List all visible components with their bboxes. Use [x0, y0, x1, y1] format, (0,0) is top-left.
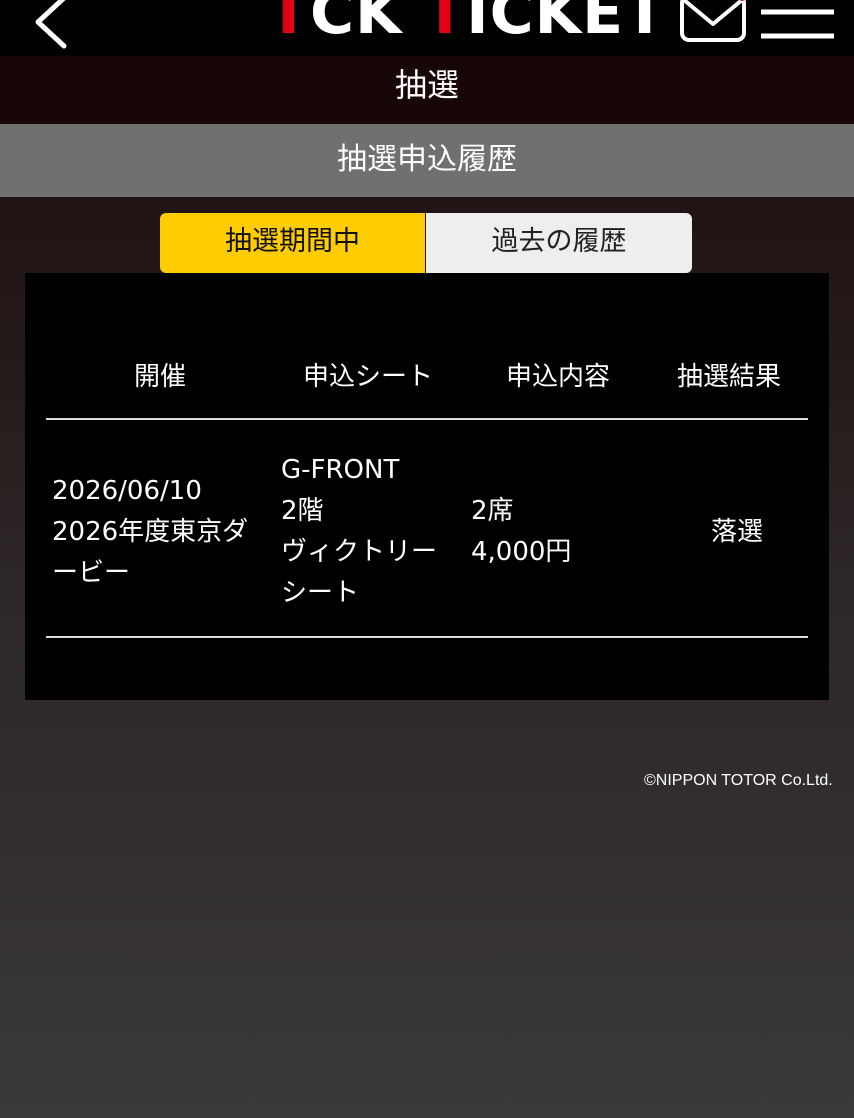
- price: 4,000円: [471, 537, 572, 567]
- history-table: 開催 申込シート 申込内容 抽選結果 2026/06/10 2026年度東京ダ …: [25, 273, 829, 700]
- header-divider: [46, 418, 808, 420]
- seat-area: G-FRONT: [281, 455, 400, 485]
- menu-button[interactable]: [758, 0, 838, 46]
- tab-past-history[interactable]: 過去の履歴: [426, 213, 692, 273]
- seat-count: 2席: [471, 496, 514, 526]
- mail-button[interactable]: [678, 0, 748, 44]
- page-title: 抽選: [0, 56, 854, 124]
- row-divider: [46, 636, 808, 638]
- back-button[interactable]: [22, 0, 82, 52]
- event-date: 2026/06/10: [52, 476, 202, 506]
- tab-active-lotteries[interactable]: 抽選期間中: [160, 213, 425, 273]
- seat-floor: 2階: [281, 496, 324, 526]
- mail-icon: [680, 0, 746, 42]
- event-name-line2: ービー: [52, 558, 131, 588]
- column-header-content: 申込内容: [506, 362, 611, 392]
- hamburger-menu-icon: [761, 9, 834, 39]
- column-header-seat: 申込シート: [303, 362, 434, 392]
- seat-type-line2: シート: [281, 578, 360, 608]
- event-cell: 2026/06/10 2026年度東京ダ ービー: [52, 471, 248, 594]
- column-header-result: 抽選結果: [677, 362, 782, 392]
- result-cell: 落選: [711, 517, 764, 547]
- seat-type-line1: ヴィクトリー: [281, 537, 438, 567]
- copyright-text: ©NIPPON TOTOR Co.Ltd.: [644, 772, 833, 789]
- event-name-line1: 2026年度東京ダ: [52, 517, 249, 547]
- back-arrow-icon: [35, 0, 67, 49]
- app-logo: TCK TICKET: [268, 0, 667, 48]
- column-header-event: 開催: [134, 362, 187, 392]
- section-title: 抽選申込履歴: [0, 124, 854, 197]
- seat-cell: G-FRONT 2階 ヴィクトリー シート: [281, 450, 437, 614]
- content-cell: 2席 4,000円: [471, 491, 571, 573]
- top-nav-bar: TCK TICKET: [0, 0, 854, 56]
- history-tabs: 抽選期間中 過去の履歴: [160, 213, 692, 273]
